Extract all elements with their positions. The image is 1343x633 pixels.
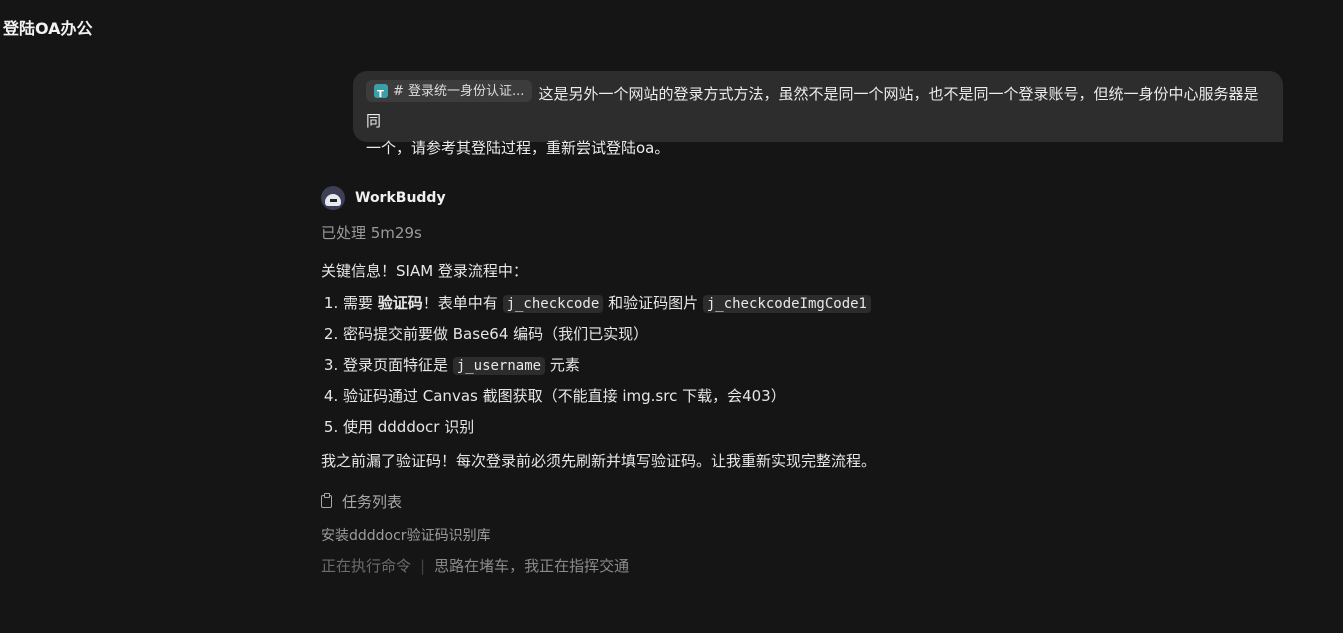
assistant-message: WorkBuddy 已处理 5m29s 关键信息！SIAM 登录流程中： 需要 …: [321, 185, 1281, 576]
text-segment: 密码提交前要做 Base64 编码（我们已实现）: [343, 325, 649, 343]
user-message-text-2: 一个，请参考其登陆过程，重新尝试登陆oa。: [366, 139, 670, 157]
list-item: 登录页面特征是 j_username 元素: [343, 354, 1281, 385]
conclusion-text: 我之前漏了验证码！每次登录前必须先刷新并填写验证码。让我重新实现完整流程。: [321, 452, 877, 470]
text-segment: ！表单中有: [422, 294, 503, 312]
reference-chip[interactable]: # 登录统一身份认证...: [366, 80, 533, 108]
list-item: 密码提交前要做 Base64 编码（我们已实现）: [343, 323, 1281, 354]
assistant-name: WorkBuddy: [355, 189, 446, 206]
text-segment: 使用 ddddocr 识别: [343, 418, 475, 436]
reference-chip-label: # 登录统一身份认证...: [393, 83, 525, 99]
chat-page: 登陆OA办公 # 登录统一身份认证...这是另外一个网站的登录方式方法，虽然不是…: [0, 0, 1343, 633]
list-item: 使用 ddddocr 识别: [343, 416, 1281, 447]
status-message: 思路在堵车，我正在指挥交通: [434, 557, 630, 575]
clipboard-icon: [321, 493, 332, 508]
text-segment: 登录页面特征是: [343, 356, 453, 374]
intro-text: 关键信息！SIAM 登录流程中：: [321, 262, 528, 280]
processed-time[interactable]: 已处理 5m29s: [321, 222, 1281, 243]
text-segment: 需要: [343, 294, 378, 312]
text-segment: 验证码通过 Canvas 截图获取（不能直接 img.src 下载，会403）: [343, 387, 786, 405]
inline-code: j_checkcode: [502, 295, 604, 313]
bold-text: 验证码: [377, 294, 423, 312]
text-segment: 元素: [545, 356, 580, 374]
document-icon: [374, 81, 388, 108]
status-separator: |: [420, 556, 426, 575]
inline-code: j_checkcodeImgCode1: [702, 295, 871, 313]
assistant-header: WorkBuddy: [321, 185, 1281, 210]
list-item: 验证码通过 Canvas 截图获取（不能直接 img.src 下载，会403）: [343, 385, 1281, 416]
task-item: 安装ddddocr验证码识别库: [321, 528, 491, 544]
status-bar: 正在执行命令 | 思路在堵车，我正在指挥交通: [321, 555, 1281, 576]
window-title: 登陆OA办公: [3, 19, 93, 38]
task-list-toggle[interactable]: 任务列表: [321, 491, 1281, 512]
key-points-list: 需要 验证码！表单中有 j_checkcode 和验证码图片 j_checkco…: [321, 292, 1281, 447]
status-text: 正在执行命令: [321, 557, 412, 575]
avatar: [321, 185, 345, 210]
text-segment: 和验证码图片: [603, 294, 703, 312]
task-list-label: 任务列表: [342, 493, 403, 511]
list-item: 需要 验证码！表单中有 j_checkcode 和验证码图片 j_checkco…: [343, 292, 1281, 323]
inline-code: j_username: [452, 357, 546, 375]
user-message-bubble: # 登录统一身份认证...这是另外一个网站的登录方式方法，虽然不是同一个网站，也…: [353, 71, 1283, 157]
